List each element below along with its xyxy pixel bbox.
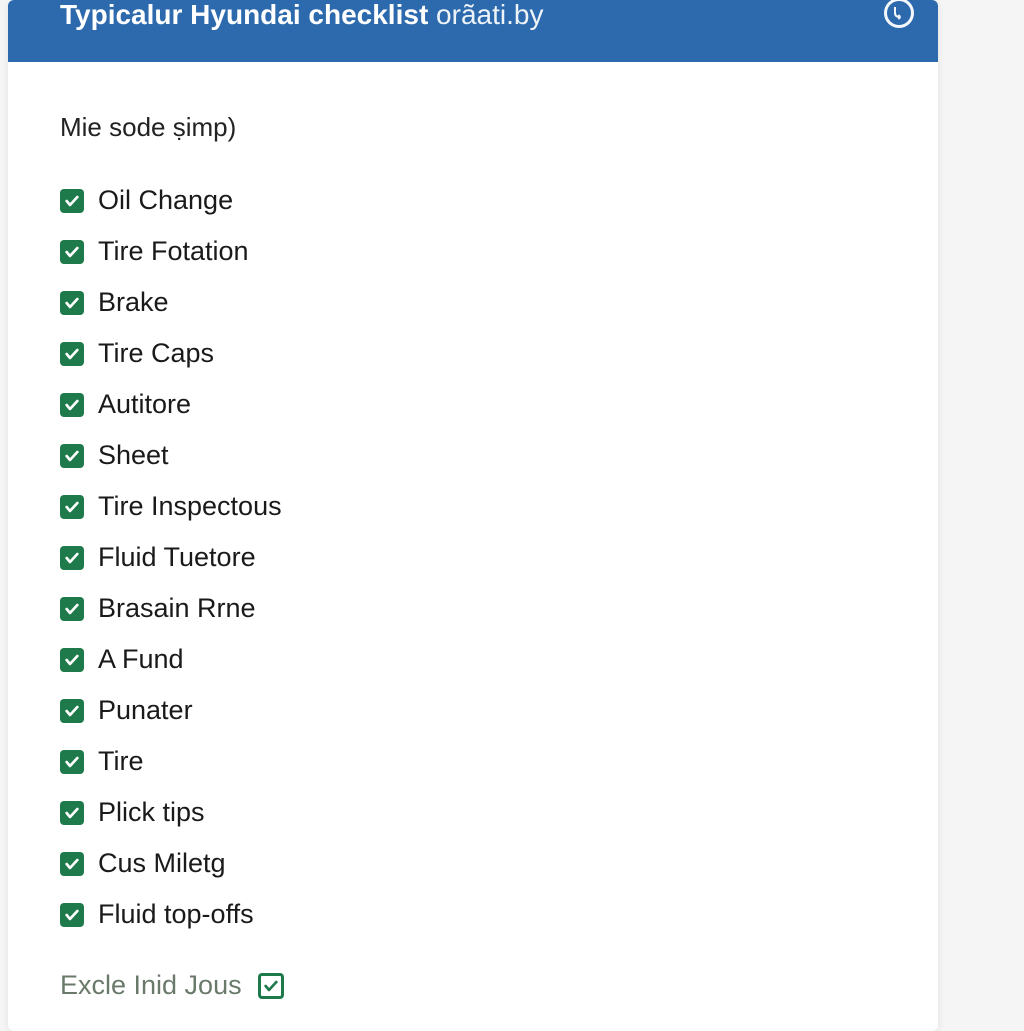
header-title-bold: Typicalur Hyundai checklist [60, 0, 428, 30]
checklist-item: Fluid Tuetore [60, 542, 886, 573]
footer-label: Excle Inid Jous [60, 970, 242, 1001]
footer-checkbox[interactable] [258, 973, 284, 999]
checkbox[interactable] [60, 291, 84, 315]
checklist-card: Typicalur Hyundai checklist orãati.by Mi… [8, 0, 938, 1031]
checklist-item: Tire Inspectous [60, 491, 886, 522]
checklist-item-label: Tire Fotation [98, 236, 249, 267]
checklist-item-label: Cus Miletg [98, 848, 226, 879]
checkbox[interactable] [60, 393, 84, 417]
checkbox[interactable] [60, 342, 84, 366]
checkbox[interactable] [60, 903, 84, 927]
checkbox[interactable] [60, 750, 84, 774]
checklist-item-label: A Fund [98, 644, 184, 675]
checkbox[interactable] [60, 240, 84, 264]
checklist-item-label: Tire [98, 746, 144, 777]
checklist-item-label: Plick tips [98, 797, 205, 828]
checklist-item-label: Sheet [98, 440, 169, 471]
checklist-item: Tire [60, 746, 886, 777]
checklist-item-label: Autitore [98, 389, 191, 420]
checkbox[interactable] [60, 801, 84, 825]
checkbox[interactable] [60, 444, 84, 468]
checkbox[interactable] [60, 189, 84, 213]
checklist-item: Brake [60, 287, 886, 318]
checklist-item: Plick tips [60, 797, 886, 828]
checklist: Oil Change Tire Fotation Brake Tire Caps Aut… [60, 185, 886, 930]
checklist-item-label: Tire Inspectous [98, 491, 282, 522]
checklist-item-label: Fluid Tuetore [98, 542, 256, 573]
checkbox[interactable] [60, 546, 84, 570]
checklist-item: Fluid top-offs [60, 899, 886, 930]
checklist-item-label: Tire Caps [98, 338, 214, 369]
checklist-item: Tire Caps [60, 338, 886, 369]
checklist-item-label: Brasain Rrne [98, 593, 256, 624]
subtitle: Mie sode ṣimp) [60, 112, 886, 143]
checklist-item: A Fund [60, 644, 886, 675]
checklist-item: Sheet [60, 440, 886, 471]
checklist-item-label: Fluid top-offs [98, 899, 254, 930]
checklist-item: Oil Change [60, 185, 886, 216]
checklist-item-label: Punater [98, 695, 193, 726]
header-title-light: orãati.by [428, 0, 543, 30]
checklist-item-label: Brake [98, 287, 169, 318]
footer-row: Excle Inid Jous [60, 970, 886, 1001]
checkbox[interactable] [60, 648, 84, 672]
header-badge-icon [884, 0, 914, 28]
checkbox[interactable] [60, 699, 84, 723]
checklist-item: Tire Fotation [60, 236, 886, 267]
header-title: Typicalur Hyundai checklist orãati.by [60, 0, 543, 32]
card-header: Typicalur Hyundai checklist orãati.by [8, 0, 938, 62]
checkbox[interactable] [60, 495, 84, 519]
checkbox[interactable] [60, 597, 84, 621]
checklist-item: Autitore [60, 389, 886, 420]
card-content: Mie sode ṣimp) Oil Change Tire Fotation Br… [8, 62, 938, 1031]
checkbox[interactable] [60, 852, 84, 876]
checklist-item: Punater [60, 695, 886, 726]
checklist-item: Cus Miletg [60, 848, 886, 879]
checklist-item: Brasain Rrne [60, 593, 886, 624]
checklist-item-label: Oil Change [98, 185, 233, 216]
